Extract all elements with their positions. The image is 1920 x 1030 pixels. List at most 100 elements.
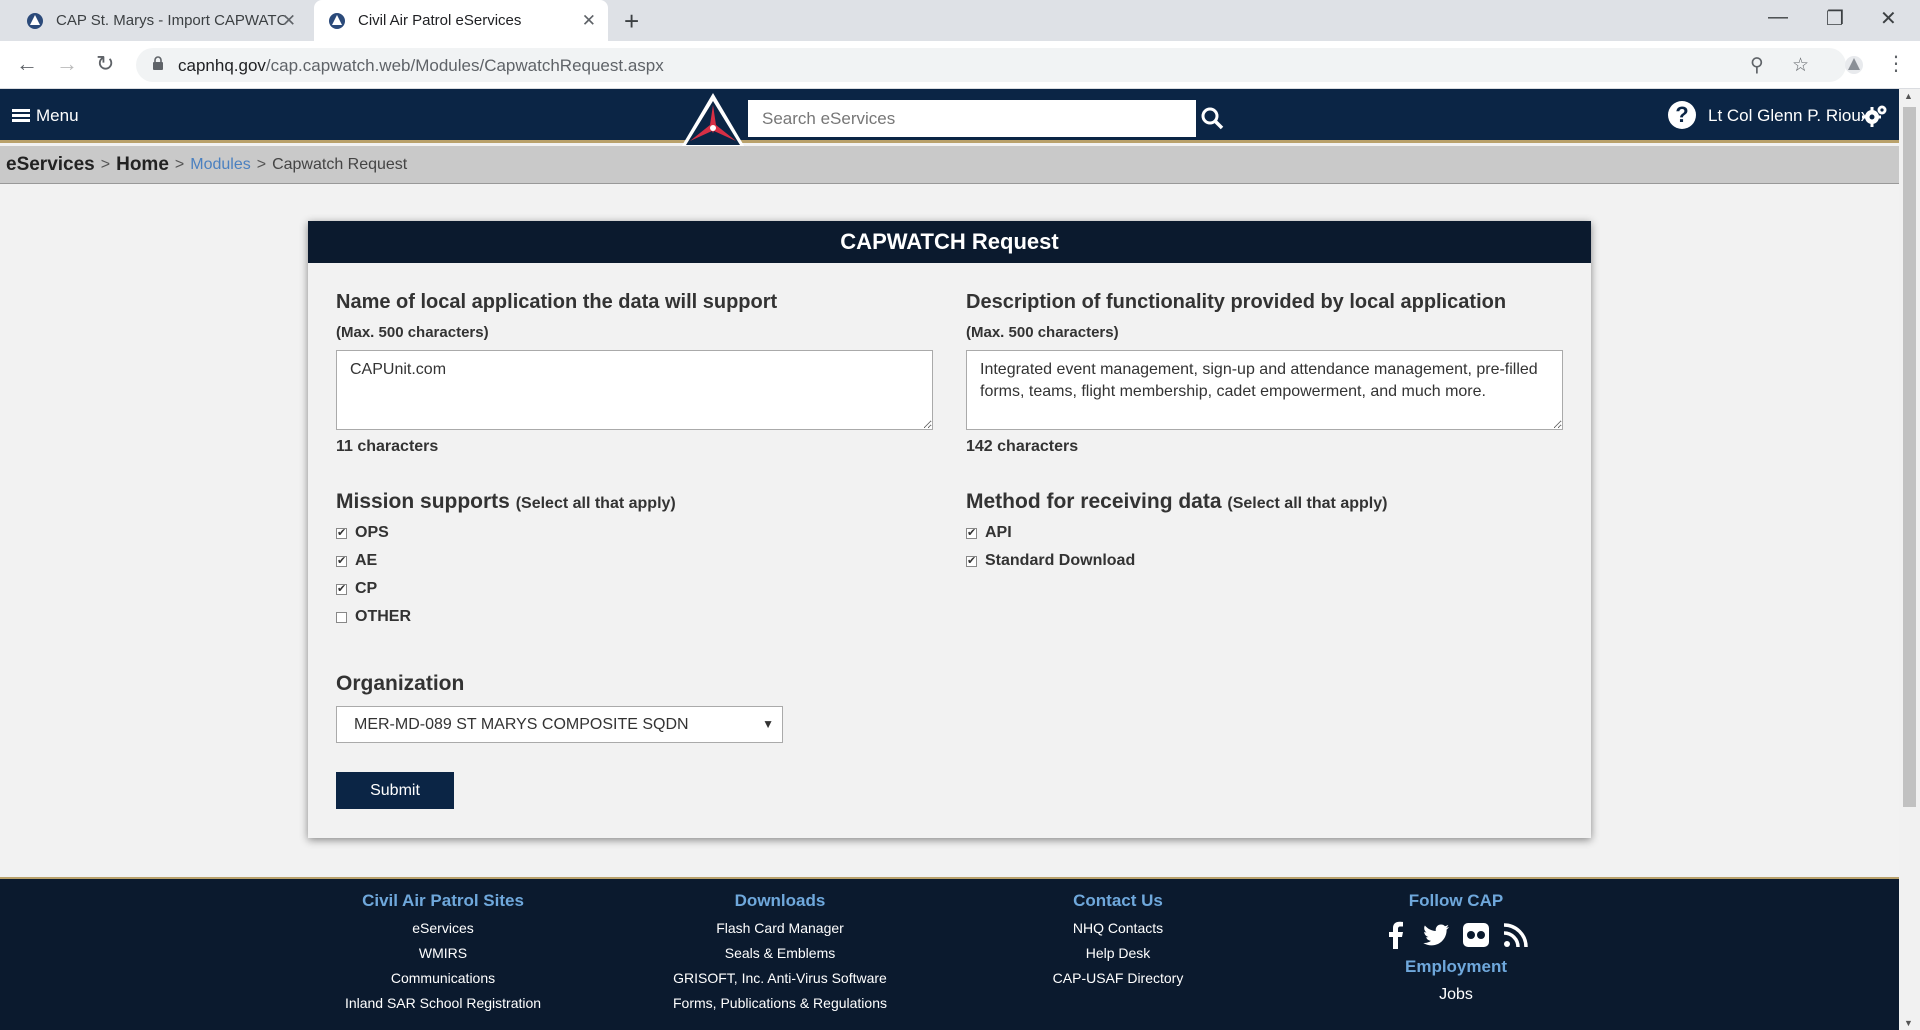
- footer-downloads: Downloads Flash Card Manager Seals & Emb…: [650, 891, 910, 1011]
- api-checkbox[interactable]: [966, 526, 977, 539]
- footer-sites-heading: Civil Air Patrol Sites: [362, 891, 524, 910]
- tab-title: Civil Air Patrol eServices: [358, 12, 522, 29]
- new-tab-icon[interactable]: +: [624, 6, 639, 37]
- browser-toolbar: ← → ↻ capnhq.gov/cap.capwatch.web/Module…: [0, 41, 1920, 89]
- footer-link-communications[interactable]: Communications: [343, 970, 543, 986]
- footer-sites: Civil Air Patrol Sites eServices WMIRS C…: [343, 891, 543, 1011]
- mission-option-ae[interactable]: AE: [336, 552, 934, 570]
- app-name-hint: (Max. 500 characters): [336, 324, 489, 341]
- scrollbar-thumb[interactable]: [1903, 107, 1916, 807]
- breadcrumb: eServices > Home > Modules > Capwatch Re…: [0, 146, 1899, 184]
- mission-label-text: Mission supports: [336, 490, 510, 513]
- footer-link-jobs[interactable]: Jobs: [1356, 986, 1556, 1004]
- breadcrumb-eservices[interactable]: eServices: [6, 154, 95, 176]
- method-label-text: Method for receiving data: [966, 490, 1222, 513]
- footer-link-help-desk[interactable]: Help Desk: [1018, 945, 1218, 961]
- page-scrollbar[interactable]: ▲ ▼: [1899, 89, 1920, 1030]
- footer-link-wmirs[interactable]: WMIRS: [343, 945, 543, 961]
- menu-label: Menu: [36, 106, 79, 125]
- breadcrumb-separator: >: [174, 155, 185, 173]
- lock-icon: [153, 56, 163, 70]
- method-option-api[interactable]: API: [966, 524, 1564, 542]
- other-checkbox[interactable]: [336, 611, 347, 623]
- submit-button[interactable]: Submit: [336, 772, 454, 809]
- app-name-label: Name of local application the data will …: [336, 291, 778, 313]
- url-text: capnhq.gov/cap.capwatch.web/Modules/Capw…: [178, 56, 664, 76]
- description-hint: (Max. 500 characters): [966, 324, 1119, 341]
- footer-link-inland-sar[interactable]: Inland SAR School Registration: [343, 995, 543, 1011]
- method-sub-text: (Select all that apply): [1227, 495, 1388, 512]
- bookmark-star-icon[interactable]: ☆: [1792, 54, 1809, 77]
- site-header: Menu ? Lt Col Glenn P. Rioux: [0, 89, 1899, 149]
- ae-checkbox[interactable]: [336, 554, 347, 567]
- organization-select[interactable]: MER-MD-089 ST MARYS COMPOSITE SQDN ▼: [336, 706, 783, 743]
- minimize-icon[interactable]: —: [1768, 6, 1788, 29]
- footer-employment-heading: Employment: [1404, 957, 1508, 976]
- address-bar[interactable]: capnhq.gov/cap.capwatch.web/Modules/Capw…: [136, 48, 1846, 82]
- standard-download-label: Standard Download: [985, 552, 1136, 569]
- browser-tab-capwatch-import[interactable]: CAP St. Marys - Import CAPWATC ✕: [12, 0, 308, 41]
- footer-link-eservices[interactable]: eServices: [343, 920, 543, 936]
- zoom-icon[interactable]: ⚲: [1750, 54, 1764, 77]
- breadcrumb-separator: >: [100, 155, 111, 173]
- url-domain: capnhq.gov: [178, 56, 266, 75]
- window-close-icon[interactable]: ✕: [1880, 6, 1897, 31]
- footer-contact: Contact Us NHQ Contacts Help Desk CAP-US…: [1018, 891, 1218, 986]
- scroll-up-icon[interactable]: ▲: [1904, 91, 1913, 101]
- footer-link-cap-usaf[interactable]: CAP-USAF Directory: [1018, 970, 1218, 986]
- twitter-icon[interactable]: [1422, 921, 1450, 949]
- footer-link-seals[interactable]: Seals & Emblems: [650, 945, 910, 961]
- user-name[interactable]: Lt Col Glenn P. Rioux: [1708, 106, 1869, 126]
- back-icon[interactable]: ←: [16, 51, 38, 77]
- footer-link-forms[interactable]: Forms, Publications & Regulations: [650, 995, 910, 1011]
- cap-logo[interactable]: [678, 91, 748, 151]
- hamburger-icon: [12, 109, 30, 123]
- facebook-icon[interactable]: [1382, 921, 1410, 949]
- tab-close-icon[interactable]: ✕: [282, 11, 296, 31]
- scroll-down-icon[interactable]: ▼: [1904, 1018, 1913, 1028]
- help-icon[interactable]: ?: [1668, 101, 1696, 129]
- standard-download-checkbox[interactable]: [966, 554, 977, 567]
- footer-link-nhq-contacts[interactable]: NHQ Contacts: [1018, 920, 1218, 936]
- mission-option-other[interactable]: OTHER: [336, 608, 934, 626]
- browser-tab-eservices[interactable]: Civil Air Patrol eServices ✕: [314, 0, 608, 41]
- description-count: 142 characters: [966, 438, 1079, 455]
- footer-link-grisoft[interactable]: GRISOFT, Inc. Anti-Virus Software: [650, 970, 910, 986]
- browser-menu-icon[interactable]: ⋮: [1886, 51, 1906, 76]
- ops-checkbox[interactable]: [336, 526, 347, 539]
- mission-sub-text: (Select all that apply): [515, 495, 676, 512]
- footer-link-flash-card[interactable]: Flash Card Manager: [650, 920, 910, 936]
- menu-button[interactable]: Menu: [12, 106, 79, 126]
- settings-gear-icon[interactable]: [1862, 103, 1888, 129]
- breadcrumb-home[interactable]: Home: [116, 154, 169, 176]
- search-input[interactable]: [748, 100, 1196, 137]
- breadcrumb-modules[interactable]: Modules: [190, 156, 250, 174]
- tab-close-icon[interactable]: ✕: [582, 11, 596, 31]
- browser-tabbar: CAP St. Marys - Import CAPWATC ✕ Civil A…: [0, 0, 1920, 41]
- url-path: /cap.capwatch.web/Modules/CapwatchReques…: [265, 56, 664, 75]
- footer-contact-heading: Contact Us: [1073, 891, 1163, 910]
- extension-icon[interactable]: [1843, 54, 1865, 76]
- capwatch-request-card: CAPWATCH Request Name of local applicati…: [308, 221, 1591, 838]
- organization-selected: MER-MD-089 ST MARYS COMPOSITE SQDN: [354, 716, 689, 733]
- rss-icon[interactable]: [1502, 921, 1530, 949]
- mission-option-cp[interactable]: CP: [336, 580, 934, 598]
- forward-icon[interactable]: →: [56, 51, 78, 77]
- cap-favicon-icon: [329, 12, 345, 29]
- cap-favicon-icon: [27, 12, 43, 29]
- app-name-textarea[interactable]: CAPUnit.com: [336, 350, 933, 430]
- tab-title: CAP St. Marys - Import CAPWATC: [56, 12, 288, 29]
- flickr-icon[interactable]: [1462, 921, 1490, 949]
- search-icon[interactable]: [1200, 106, 1224, 130]
- restore-icon[interactable]: ❐: [1826, 6, 1844, 31]
- description-textarea[interactable]: Integrated event management, sign-up and…: [966, 350, 1563, 430]
- app-name-count: 11 characters: [336, 438, 439, 455]
- social-icons: [1356, 921, 1556, 949]
- mission-option-ops[interactable]: OPS: [336, 524, 934, 542]
- caret-down-icon: ▼: [762, 717, 774, 731]
- reload-icon[interactable]: ↻: [96, 51, 114, 77]
- cp-checkbox[interactable]: [336, 582, 347, 595]
- left-column: Name of local application the data will …: [336, 291, 934, 626]
- organization-label: Organization: [336, 672, 465, 695]
- method-option-standard-download[interactable]: Standard Download: [966, 552, 1564, 570]
